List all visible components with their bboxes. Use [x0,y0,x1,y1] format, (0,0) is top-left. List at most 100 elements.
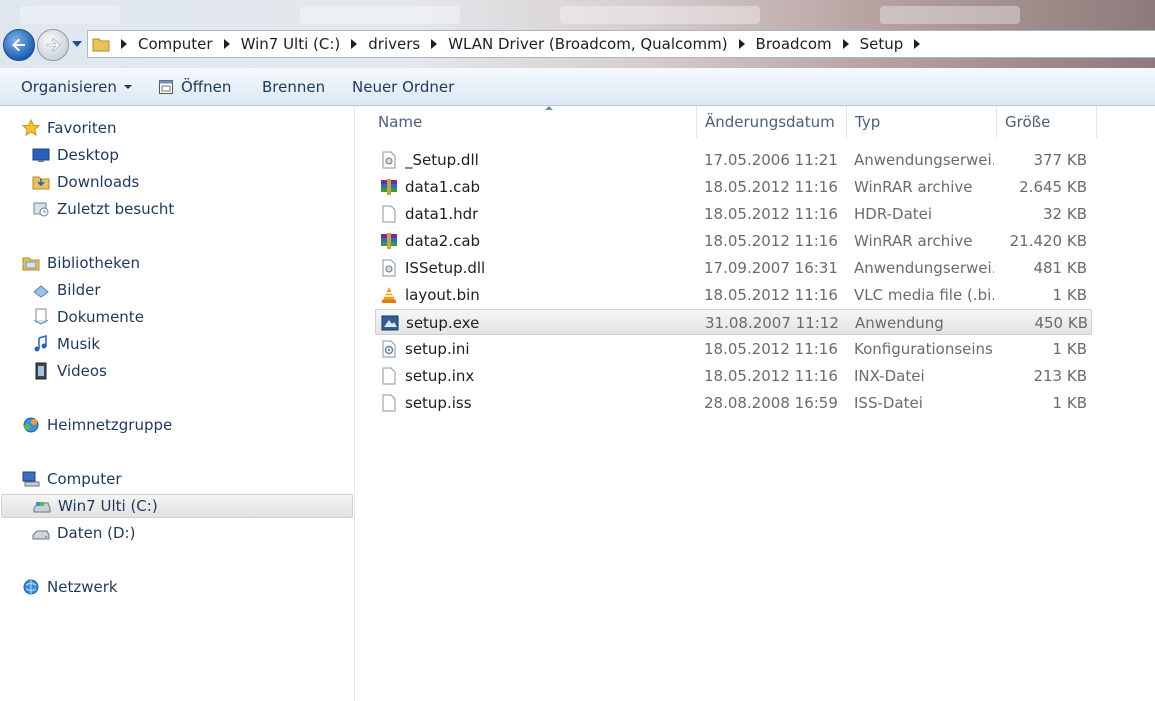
address-bar[interactable]: Computer Win7 Ulti (C:) drivers WLAN Dri… [87,30,1155,58]
file-size: 32 KB [1043,205,1087,223]
new-folder-button[interactable]: Neuer Ordner [352,78,454,96]
nav-computer[interactable]: Computer [22,467,122,491]
file-name: setup.inx [405,367,475,385]
dll-icon [382,259,396,277]
breadcrumb: Computer Win7 Ulti (C:) drivers WLAN Dri… [92,31,931,57]
file-size: 450 KB [1034,314,1088,332]
organize-label: Organisieren [21,78,117,96]
file-size: 1 KB [1052,286,1087,304]
file-row[interactable]: data1.cab 18.05.2012 11:16 WinRAR archiv… [375,174,1092,200]
file-type: Anwendungserwei... [854,259,994,277]
winrar-icon [381,233,397,249]
file-row[interactable]: setup.ini 18.05.2012 11:16 Konfiguration… [375,336,1092,362]
file-row[interactable]: ISSetup.dll 17.09.2007 16:31 Anwendungse… [375,255,1092,281]
breadcrumb-separator-icon[interactable] [223,39,230,49]
exe-icon [381,315,399,331]
nav-item-drive-c[interactable]: Win7 Ulti (C:) [1,494,353,518]
nav-item-desktop[interactable]: Desktop [32,143,119,167]
nav-network[interactable]: Netzwerk [22,575,118,599]
file-row[interactable]: data2.cab 18.05.2012 11:16 WinRAR archiv… [375,228,1092,254]
file-name: setup.ini [405,340,470,358]
file-type: Anwendungserwei... [854,151,994,169]
breadcrumb-separator-icon[interactable] [351,39,358,49]
file-row-selected[interactable]: setup.exe 31.08.2007 11:12 Anwendung 450… [375,309,1092,335]
column-header-label: Name [378,113,423,131]
breadcrumb-item[interactable]: WLAN Driver (Broadcom, Qualcomm) [448,35,727,53]
nav-label: Musik [57,335,101,353]
recent-places-icon [32,200,50,218]
breadcrumb-separator-icon[interactable] [431,39,438,49]
breadcrumb-separator-icon[interactable] [121,39,127,49]
file-date: 18.05.2012 11:16 [704,340,838,358]
nav-item-videos[interactable]: Videos [32,359,107,383]
documents-icon [32,308,50,326]
column-header-label: Änderungsdatum [705,113,835,131]
file-date: 18.05.2012 11:16 [704,286,838,304]
file-icon [382,205,396,223]
organize-button[interactable]: Organisieren [21,78,132,96]
file-row[interactable]: _Setup.dll 17.05.2006 11:21 Anwendungser… [375,147,1092,173]
file-date: 28.08.2008 16:59 [704,394,838,412]
blurred-background [20,6,120,24]
nav-homegroup[interactable]: Heimnetzgruppe [22,413,172,437]
file-type: Anwendung [855,314,944,332]
breadcrumb-separator-icon[interactable] [842,39,849,49]
file-name: setup.iss [405,394,472,412]
file-type: ISS-Datei [854,394,923,412]
file-date: 18.05.2012 11:16 [704,205,838,223]
forward-button[interactable] [37,29,69,61]
file-type: VLC media file (.bi... [854,286,994,304]
nav-item-pictures[interactable]: Bilder [32,278,101,302]
nav-item-recent[interactable]: Zuletzt besucht [32,197,174,221]
nav-label: Downloads [57,173,140,191]
file-size: 1 KB [1052,394,1087,412]
chevron-down-icon [123,85,132,89]
arrow-right-icon [46,38,61,52]
file-size: 1 KB [1052,340,1087,358]
file-name: layout.bin [405,286,480,304]
column-header-name[interactable]: Name [370,106,697,138]
burn-button[interactable]: Brennen [262,78,325,96]
file-row[interactable]: layout.bin 18.05.2012 11:16 VLC media fi… [375,282,1092,308]
nav-item-music[interactable]: Musik [32,332,100,356]
file-icon [382,367,396,385]
breadcrumb-separator-icon[interactable] [914,39,921,49]
breadcrumb-item[interactable]: Setup [860,35,904,53]
nav-favorites[interactable]: Favoriten [21,116,117,140]
nav-label: Favoriten [47,119,117,137]
nav-item-drive-d[interactable]: Daten (D:) [32,521,135,545]
file-row[interactable]: data1.hdr 18.05.2012 11:16 HDR-Datei 32 … [375,201,1092,227]
breadcrumb-item[interactable]: Computer [138,35,213,53]
file-type: Konfigurationseins... [854,340,994,358]
star-icon [21,118,41,137]
network-icon [22,578,40,596]
file-name: ISSetup.dll [405,259,486,277]
nav-label: Desktop [57,146,119,164]
file-date: 17.09.2007 16:31 [704,259,838,277]
nav-item-downloads[interactable]: Downloads [32,170,139,194]
file-name: data1.hdr [405,205,479,223]
nav-item-documents[interactable]: Dokumente [32,305,144,329]
column-header-size[interactable]: Größe [997,106,1097,138]
breadcrumb-separator-icon[interactable] [738,39,745,49]
computer-icon [22,470,40,488]
breadcrumb-item[interactable]: Win7 Ulti (C:) [241,35,341,53]
nav-libraries[interactable]: Bibliotheken [22,251,140,275]
open-button[interactable]: Öffnen [158,78,231,96]
recent-pages-dropdown-icon[interactable] [71,40,83,48]
file-list-pane: Name Änderungsdatum Typ Größe _Setup.dll… [355,106,1155,701]
file-row[interactable]: setup.iss 28.08.2008 16:59 ISS-Datei 1 K… [375,390,1092,416]
file-name: data1.cab [405,178,481,196]
column-header-date[interactable]: Änderungsdatum [697,106,847,138]
breadcrumb-item[interactable]: drivers [368,35,420,53]
blurred-background [300,6,460,24]
nav-label: Bibliotheken [47,254,140,272]
breadcrumb-item[interactable]: Broadcom [756,35,832,53]
vlc-icon [382,287,396,303]
file-row[interactable]: setup.inx 18.05.2012 11:16 INX-Datei 213… [375,363,1092,389]
music-icon [32,335,50,353]
back-button[interactable] [3,29,35,61]
file-type: HDR-Datei [854,205,933,223]
file-size: 21.420 KB [1009,232,1087,250]
column-header-type[interactable]: Typ [847,106,997,138]
